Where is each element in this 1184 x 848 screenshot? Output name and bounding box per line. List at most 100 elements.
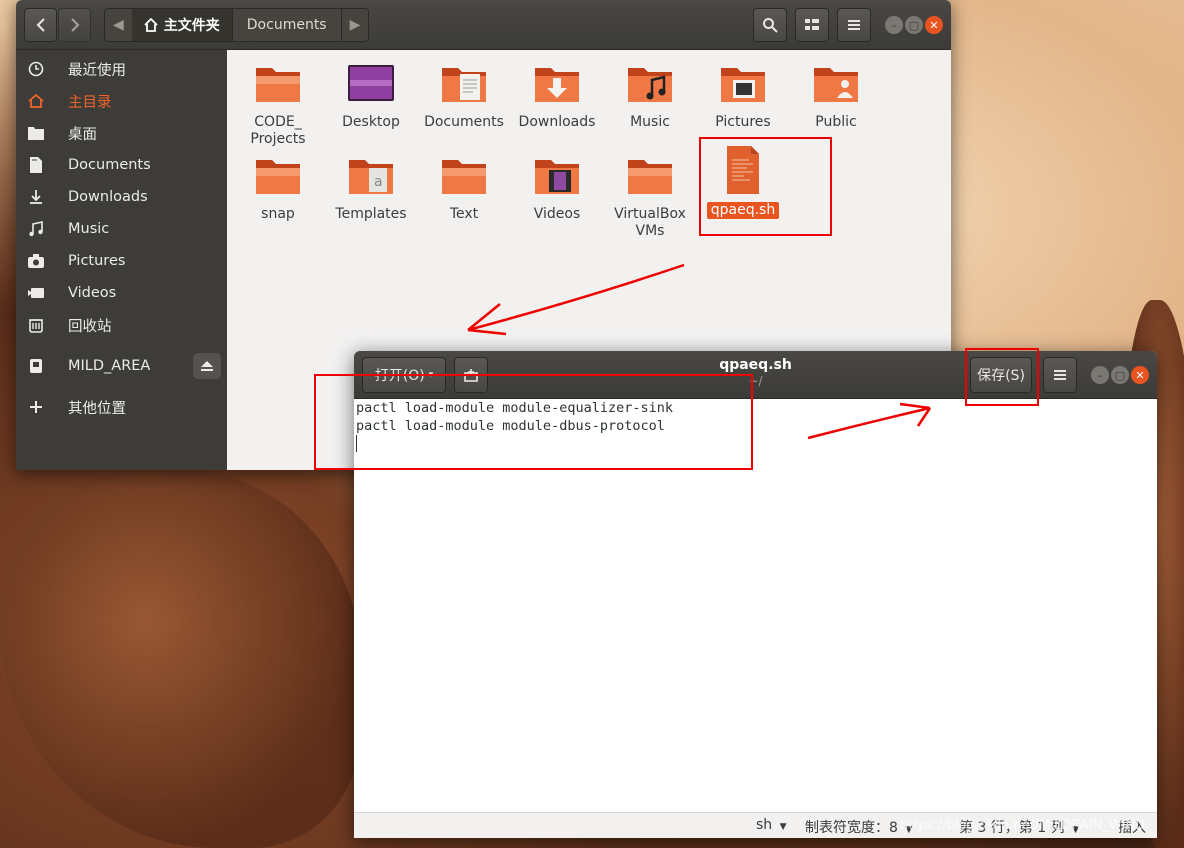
wallpaper-rock: [0, 470, 360, 848]
trash-icon: [28, 317, 44, 333]
sidebar-item-label: Videos: [68, 285, 117, 301]
folder-code-projects[interactable]: CODE_ Projects: [233, 64, 323, 148]
chevron-right-icon: [70, 18, 79, 32]
sidebar-item-recent[interactable]: 最近使用: [16, 53, 227, 85]
tab-width-selector[interactable]: 制表符宽度：8 ▼: [805, 817, 912, 837]
documents-folder-icon: [442, 68, 486, 102]
breadcrumb-home-label: 主文件夹: [163, 18, 220, 34]
breadcrumb-home[interactable]: 主文件夹: [131, 9, 233, 41]
folder-icon: [256, 68, 300, 102]
item-name: Music: [630, 114, 670, 130]
hamburger-icon: [848, 20, 860, 30]
item-name: Public: [815, 114, 857, 130]
sidebar-item-music[interactable]: Music: [16, 213, 227, 245]
editor-menu-button[interactable]: [1043, 357, 1077, 393]
folder-text[interactable]: Text: [419, 156, 509, 223]
plus-icon: [28, 399, 44, 415]
sidebar-item-trash[interactable]: 回收站: [16, 309, 227, 341]
sidebar-item-label: 最近使用: [68, 62, 126, 79]
watermark-text: https://blog.csdn.net/MILDRAIN_WIND: [900, 818, 1146, 833]
search-button[interactable]: [753, 8, 787, 42]
sidebar-item-home[interactable]: 主目录: [16, 85, 227, 117]
annotation-box-save: [965, 348, 1039, 406]
sidebar-item-pictures[interactable]: Pictures: [16, 245, 227, 277]
sidebar-item-label: 主目录: [68, 94, 112, 111]
hamburger-icon: [1054, 370, 1066, 380]
item-name: Templates: [335, 206, 407, 222]
item-name: CODE_ Projects: [250, 114, 306, 147]
desktop-folder-icon: [28, 125, 44, 141]
breadcrumb-current-label: Documents: [246, 17, 327, 33]
item-name: Videos: [533, 206, 581, 222]
sidebar-item-label: Pictures: [68, 253, 126, 269]
item-name: Desktop: [342, 114, 400, 130]
sidebar-item-label: Downloads: [68, 189, 148, 205]
view-toggle-button[interactable]: [795, 8, 829, 42]
breadcrumb-current[interactable]: Documents: [233, 9, 342, 41]
music-icon: [28, 221, 44, 237]
folder-pictures[interactable]: Pictures: [698, 64, 788, 131]
sidebar-item-label: Documents: [68, 157, 151, 173]
videos-folder-icon: [535, 160, 579, 194]
sidebar-item-label: 桌面: [68, 126, 97, 143]
minimize-button[interactable]: –: [885, 16, 903, 34]
folder-music[interactable]: Music: [605, 64, 695, 131]
grid-view-icon: [805, 19, 819, 30]
chevron-left-icon: [36, 18, 45, 32]
clock-icon: [28, 61, 44, 77]
item-name: VirtualBox VMs: [614, 206, 686, 239]
close-button[interactable]: ✕: [925, 16, 943, 34]
folder-icon: [442, 160, 486, 194]
sidebar-item-other-locations[interactable]: 其他位置: [16, 391, 227, 423]
back-button[interactable]: [24, 8, 57, 42]
folder-documents[interactable]: Documents: [419, 64, 509, 131]
sidebar-item-mild-area[interactable]: MILD_AREA: [16, 350, 227, 382]
sidebar-item-label: 其他位置: [68, 400, 126, 417]
item-name: Pictures: [715, 114, 771, 130]
tab-width-label: 制表符宽度：8: [805, 820, 898, 836]
folder-videos[interactable]: Videos: [512, 156, 602, 223]
folder-virtualbox-vms[interactable]: VirtualBox VMs: [605, 156, 695, 240]
desktop-folder-icon: [348, 65, 394, 101]
public-folder-icon: [814, 68, 858, 102]
eject-button[interactable]: [193, 353, 221, 379]
forward-button[interactable]: [58, 8, 91, 42]
document-icon: [28, 157, 44, 173]
home-icon: [28, 93, 44, 109]
folder-public[interactable]: Public: [791, 64, 881, 131]
sidebar-item-label: 回收站: [68, 318, 112, 335]
sidebar-item-label: Music: [68, 221, 110, 237]
menu-button[interactable]: [837, 8, 871, 42]
music-folder-icon: [628, 68, 672, 102]
chevron-down-icon: ▼: [779, 822, 787, 832]
item-name: snap: [261, 206, 295, 222]
file-manager-headerbar: ◀ 主文件夹 Documents ▶ – ▢ ✕: [16, 0, 951, 50]
annotation-box-file: [699, 137, 832, 236]
item-name: Documents: [424, 114, 504, 130]
folder-icon: [628, 160, 672, 194]
minimize-button[interactable]: –: [1091, 366, 1109, 384]
sidebar-item-videos[interactable]: Videos: [16, 277, 227, 309]
sidebar-item-label: MILD_AREA: [68, 358, 151, 374]
sidebar-item-downloads[interactable]: Downloads: [16, 181, 227, 213]
sidebar-item-desktop[interactable]: 桌面: [16, 117, 227, 149]
folder-templates[interactable]: a Templates: [326, 156, 416, 223]
breadcrumb-scroll-left[interactable]: ◀: [105, 9, 132, 41]
pictures-folder-icon: [721, 68, 765, 102]
video-icon: [28, 285, 44, 301]
folder-desktop[interactable]: Desktop: [326, 64, 416, 131]
folder-downloads[interactable]: Downloads: [512, 64, 602, 131]
language-label: sh: [756, 817, 773, 833]
close-button[interactable]: ✕: [1131, 366, 1149, 384]
maximize-button[interactable]: ▢: [905, 16, 923, 34]
language-selector[interactable]: sh ▼: [756, 817, 787, 833]
templates-folder-icon: a: [349, 160, 393, 194]
annotation-box-code: [314, 374, 753, 470]
sidebar: 最近使用 主目录 桌面 Documents Downloads Music Pi…: [16, 50, 227, 470]
item-name: Text: [449, 206, 479, 222]
sidebar-item-documents[interactable]: Documents: [16, 149, 227, 181]
camera-icon: [28, 253, 44, 269]
maximize-button[interactable]: ▢: [1111, 366, 1129, 384]
folder-snap[interactable]: snap: [233, 156, 323, 223]
breadcrumb-scroll-right[interactable]: ▶: [342, 9, 369, 41]
